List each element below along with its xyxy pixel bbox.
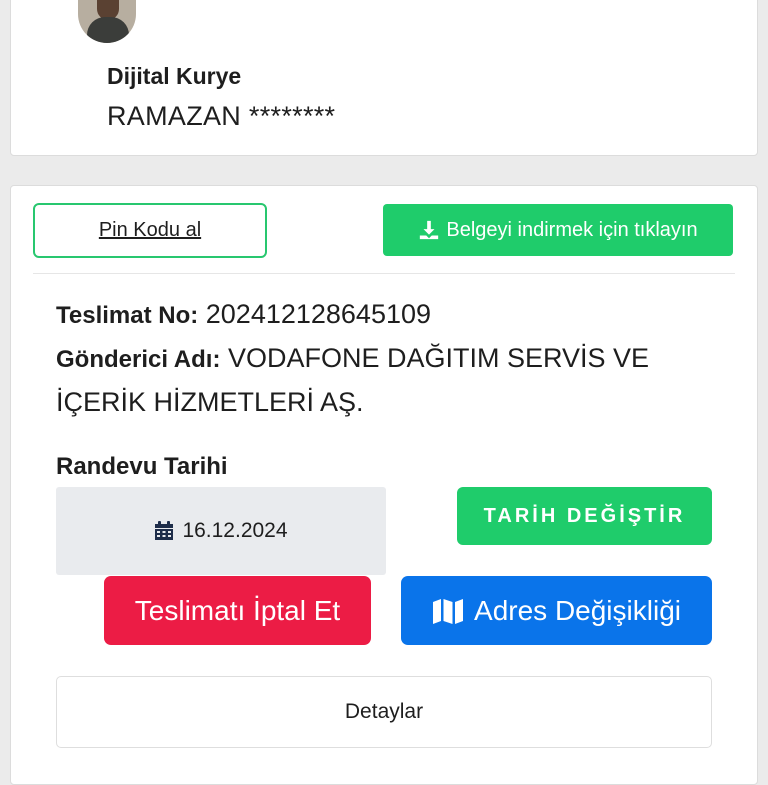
map-icon [433, 598, 464, 624]
avatar-body [87, 17, 129, 43]
details-label: Detaylar [344, 700, 424, 723]
divider [33, 273, 735, 274]
download-document-button[interactable]: Belgeyi indirmek için tıklayın [383, 204, 733, 256]
address-change-button[interactable]: Adres Değişikliği [401, 576, 712, 645]
sender-key: Gönderici Adı [56, 346, 213, 373]
details-button[interactable]: Detaylar [56, 676, 712, 748]
sender-value-line1: VODAFONE DAĞITIM SERVİS VE [227, 343, 650, 373]
download-icon [420, 220, 439, 240]
sender-row: Gönderici Adı: VODAFONE DAĞITIM SERVİS V… [56, 343, 650, 373]
appointment-date-value: 16.12.2024 [182, 519, 288, 542]
sender-value-line2: İÇERİK HİZMETLERİ AŞ. [56, 387, 364, 417]
download-document-label: Belgeyi indirmek için tıklayın [446, 218, 698, 241]
appointment-date-field: 16.12.2024 [56, 487, 386, 575]
delivery-number-row: Teslimat No: 202412128645109 [56, 299, 432, 329]
courier-name: RAMAZAN ******** [107, 101, 336, 131]
courier-label: Dijital Kurye [107, 63, 242, 89]
pin-code-label: Pin Kodu al [98, 219, 202, 241]
calendar-icon [155, 521, 174, 540]
address-change-label: Adres Değişikliği [474, 594, 681, 626]
delivery-number-value: 202412128645109 [205, 299, 432, 329]
pin-code-button[interactable]: Pin Kodu al [33, 203, 267, 258]
avatar [78, 0, 136, 43]
appointment-label: Randevu Tarihi [56, 453, 228, 480]
delivery-number-key: Teslimat No [56, 302, 191, 329]
change-date-label: TARİH DEĞİŞTİR [483, 504, 686, 527]
cancel-delivery-button[interactable]: Teslimatı İptal Et [104, 576, 371, 645]
cancel-delivery-label: Teslimatı İptal Et [134, 594, 341, 626]
change-date-button[interactable]: TARİH DEĞİŞTİR [457, 487, 712, 545]
